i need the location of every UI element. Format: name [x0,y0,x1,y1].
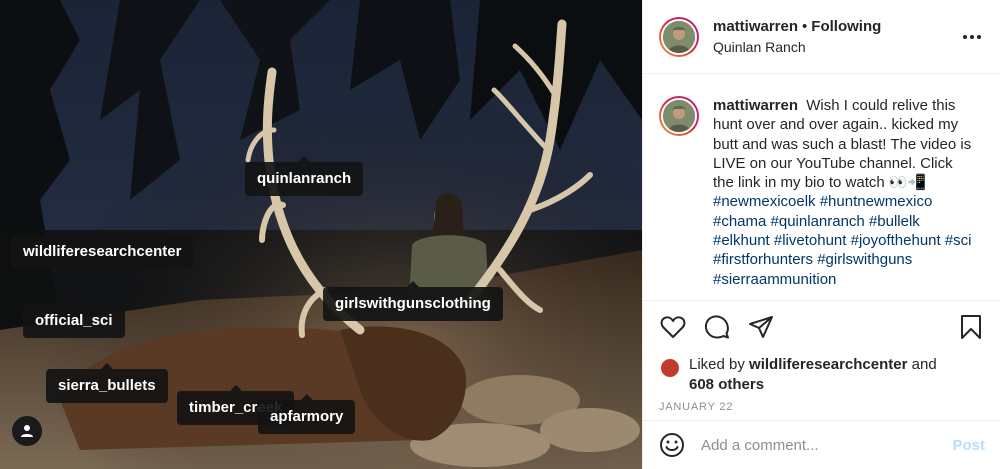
username-link[interactable]: mattiwarren [713,97,798,114]
avatar[interactable] [659,16,699,57]
separator: • [802,18,808,35]
more-options-icon[interactable] [960,25,984,49]
likes-prefix: Liked by [689,356,745,373]
post-header: mattiwarren • Following Quinlan Ranch [643,0,1000,74]
likes-and: and [911,356,937,373]
photo-tag[interactable]: apfarmory [258,394,356,434]
post-actions: Liked by wildliferesearchcenter and 608 … [643,300,1000,413]
location-link[interactable]: Quinlan Ranch [713,39,960,55]
post-date[interactable]: JANUARY 22 [659,401,985,413]
share-icon[interactable] [747,313,775,341]
hashtag-list[interactable]: #newmexicoelk #huntnewmexico #chama #qui… [713,193,972,287]
post-photo[interactable]: quinlanranch wildliferesearchcenter girl… [0,0,642,469]
heart-icon[interactable] [659,313,687,341]
comment-bar: Post [643,420,1000,469]
caption-text: mattiwarren Wish I could relive this hun… [713,96,975,300]
action-icons-row [659,311,985,343]
photo-tag[interactable]: official_sci [23,298,125,338]
following-button[interactable]: Following [811,18,881,35]
post-side-panel: mattiwarren • Following Quinlan Ranch ma… [642,0,1000,469]
photo-tag[interactable]: sierra_bullets [46,363,168,403]
instagram-post: quinlanranch wildliferesearchcenter girl… [0,0,1000,469]
likes-count-link[interactable]: 608 others [689,376,764,393]
avatar[interactable] [659,96,699,136]
emoji-icon[interactable] [659,432,685,458]
comment-icon[interactable] [703,313,731,341]
user-tag-icon[interactable] [12,416,42,446]
photo-tag[interactable]: girlswithgunsclothing [323,281,503,321]
liker-avatar[interactable] [659,357,681,379]
comment-input[interactable] [701,436,953,454]
post-comment-button[interactable]: Post [952,437,985,454]
bookmark-icon[interactable] [957,313,985,341]
photo-tag[interactable]: quinlanranch [245,156,364,196]
post-header-text: mattiwarren • Following Quinlan Ranch [713,18,960,55]
username-link[interactable]: mattiwarren [713,18,798,35]
photo-tag[interactable]: wildliferesearchcenter [11,229,194,269]
likes-summary: Liked by wildliferesearchcenter and 608 … [659,355,985,395]
liker-username-link[interactable]: wildliferesearchcenter [749,356,907,373]
post-caption: mattiwarren Wish I could relive this hun… [643,74,1000,300]
